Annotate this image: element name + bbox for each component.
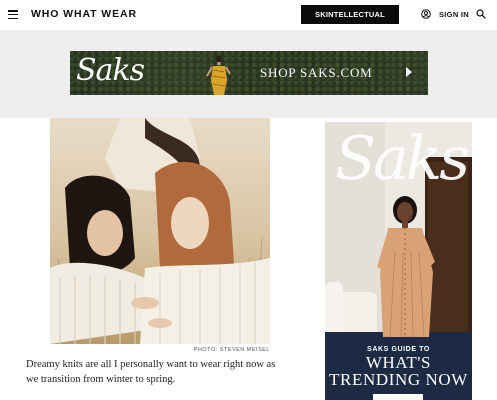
search-icon[interactable] <box>476 9 486 19</box>
site-logo[interactable]: WHO WHAT WEAR <box>31 8 137 20</box>
article-photo <box>50 118 270 344</box>
side-ad-headline-line1: WHAT'S <box>365 353 432 372</box>
user-icon[interactable] <box>421 9 431 19</box>
site-header: WHO WHAT WEAR SKINTELLECTUAL SIGN IN <box>0 0 497 30</box>
saks-logo: Saks <box>76 53 145 88</box>
saks-logo: Saks <box>335 124 470 194</box>
side-ad-headline-line2: TRENDING NOW <box>329 370 468 389</box>
sign-in-link[interactable]: SIGN IN <box>439 10 469 19</box>
chevron-right-icon <box>406 67 412 77</box>
hamburger-menu-icon[interactable] <box>8 10 18 20</box>
side-ad-kicker: SAKS GUIDE TO <box>367 346 430 353</box>
side-ad-button[interactable] <box>373 394 423 400</box>
shop-saks-cta: SHOP SAKS.COM <box>260 65 373 80</box>
model-figure <box>206 55 231 95</box>
top-ad-band: Saks SHOP SAKS.COM <box>0 30 497 118</box>
saks-banner-ad[interactable]: Saks SHOP SAKS.COM <box>70 51 428 95</box>
article-body-text: Dreamy knits are all I personally want t… <box>26 359 276 385</box>
saks-side-ad[interactable]: Saks SAKS GUIDE TO WHAT'S TRENDING NOW <box>325 122 472 400</box>
skintellectual-button[interactable]: SKINTELLECTUAL <box>301 5 399 24</box>
photo-credit: PHOTO: STEVEN MEISEL <box>193 347 270 353</box>
